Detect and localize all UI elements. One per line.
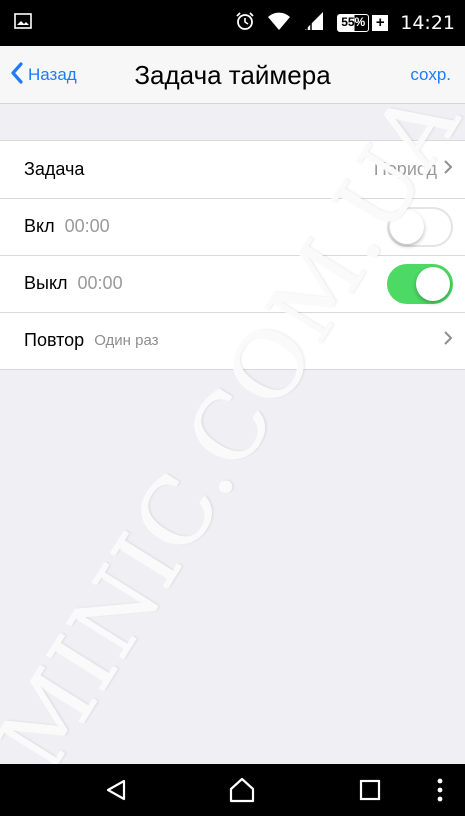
on-toggle[interactable] <box>387 206 453 247</box>
save-button[interactable]: сохр. <box>410 46 451 104</box>
menu-icon[interactable] <box>425 764 455 816</box>
timer-settings-list: Задача Период Вкл 00:00 Выкл 00:00 Повто… <box>0 140 465 370</box>
off-time[interactable]: 00:00 <box>78 273 123 294</box>
on-time-row: Вкл 00:00 <box>0 198 465 255</box>
repeat-row[interactable]: Повтор Один раз <box>0 312 465 369</box>
toggle-knob <box>416 266 450 301</box>
signal-icon <box>303 11 325 36</box>
watermark: MINIC.COM.UA <box>0 0 465 816</box>
clock: 14:21 <box>400 12 455 34</box>
off-time-row: Выкл 00:00 <box>0 255 465 312</box>
toggle-knob <box>390 209 424 244</box>
home-icon[interactable] <box>214 764 270 816</box>
chevron-left-icon <box>10 61 24 89</box>
chevron-right-icon <box>443 330 453 351</box>
battery-percent: 55% <box>341 15 366 29</box>
task-label: Задача <box>24 159 85 179</box>
task-row[interactable]: Задача Период <box>0 141 465 198</box>
repeat-label: Повтор <box>24 330 85 350</box>
alarm-icon <box>235 11 255 36</box>
recents-icon[interactable] <box>342 764 398 816</box>
repeat-value: Один раз <box>94 332 159 349</box>
system-navigation-bar <box>0 764 465 816</box>
off-toggle[interactable] <box>387 263 453 304</box>
on-time[interactable]: 00:00 <box>65 216 110 237</box>
charging-plus-icon: + <box>372 15 389 31</box>
back-label: Назад <box>28 65 77 84</box>
back-icon[interactable] <box>88 764 144 816</box>
status-bar: 55% + 14:21 <box>0 0 465 46</box>
on-label: Вкл <box>24 216 55 236</box>
back-button[interactable]: Назад <box>10 46 77 104</box>
task-value: Период <box>373 159 437 179</box>
wifi-icon <box>267 11 291 36</box>
chevron-right-icon <box>443 159 453 180</box>
navigation-bar: Назад Задача таймера сохр. <box>0 46 465 104</box>
off-label: Выкл <box>24 273 68 293</box>
battery-icon: 55% + <box>337 14 389 32</box>
image-notification-icon <box>14 12 32 34</box>
